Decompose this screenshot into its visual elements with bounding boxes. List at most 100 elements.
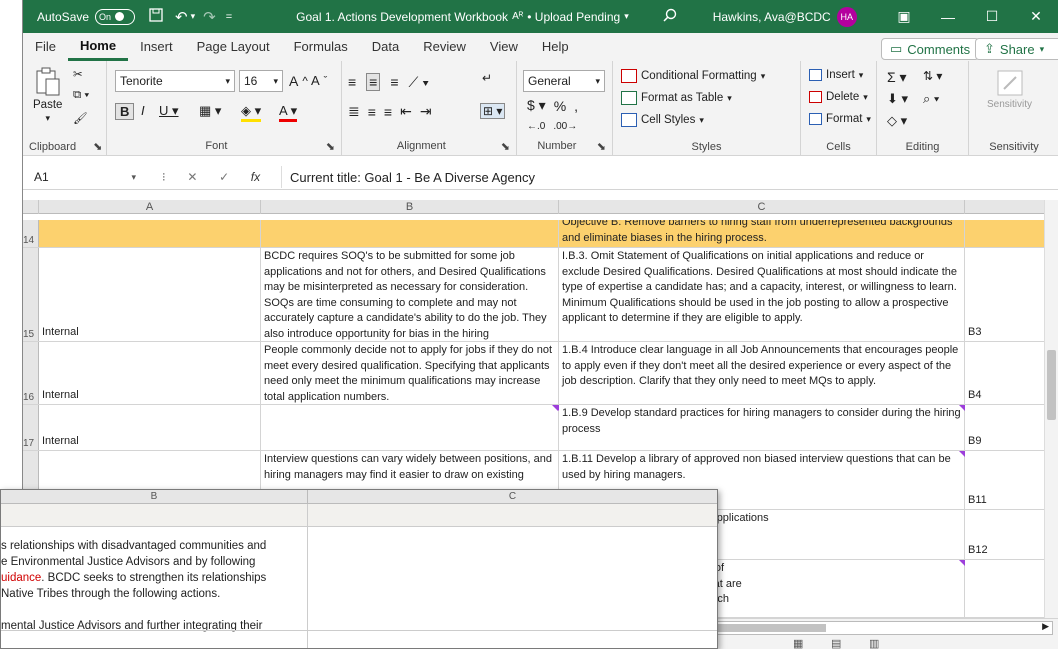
column-header-c[interactable]: C — [559, 200, 965, 214]
cell-c15[interactable]: I.B.3. Omit Statement of Qualifications … — [559, 248, 965, 341]
name-box[interactable]: A1 ▾ — [29, 166, 141, 188]
cell-a17[interactable]: Internal — [39, 405, 261, 450]
tab-formulas[interactable]: Formulas — [282, 33, 360, 61]
cell-d16[interactable]: B4 — [965, 342, 1045, 404]
format-painter-icon[interactable]: 🖌 — [73, 111, 88, 125]
decrease-decimal-icon[interactable]: .00→ — [553, 121, 577, 132]
clear-icon[interactable]: ◇ ▾ — [887, 113, 907, 129]
cell-d18[interactable]: B11 — [965, 451, 1045, 509]
upload-status[interactable]: • Upload Pending — [527, 10, 620, 24]
grow-font-icon[interactable]: A ^ — [289, 73, 308, 89]
row-header[interactable]: 16 — [23, 342, 39, 404]
comma-icon[interactable]: , — [574, 98, 578, 114]
formula-input[interactable]: Current title: Goal 1 - Be A Diverse Age… — [281, 166, 1058, 188]
overlapping-document-window[interactable]: B C s relationships with disadvantaged c… — [0, 489, 718, 649]
dialog-launcher-icon[interactable]: ⬊ — [597, 140, 606, 153]
share-button[interactable]: ⇪ Share ▾ — [975, 38, 1058, 60]
autosum-icon[interactable]: Σ ▾ — [887, 69, 907, 86]
row-header[interactable]: 17 — [23, 405, 39, 450]
cell-d20[interactable] — [965, 560, 1045, 617]
paste-button[interactable]: Paste ▾ — [33, 67, 62, 124]
cut-icon[interactable]: ✂ — [73, 67, 83, 81]
merge-center-icon[interactable]: ⊞ ▾ — [480, 103, 506, 119]
sort-filter-icon[interactable]: ⇅ ▾ — [923, 69, 942, 83]
sensitivity-button[interactable]: Sensitivity — [987, 69, 1032, 110]
save-icon[interactable] — [149, 8, 163, 25]
cell-a15[interactable]: Internal — [39, 248, 261, 341]
format-button[interactable]: Format ▾ — [809, 113, 871, 125]
chevron-down-icon[interactable]: ▾ — [191, 11, 196, 22]
align-left-icon[interactable]: ≣ — [348, 103, 360, 120]
dialog-launcher-icon[interactable]: ⬊ — [501, 140, 510, 153]
cell-c14[interactable]: Objective B: Remove barriers to hiring s… — [559, 220, 965, 247]
ribbon-display-icon[interactable]: ▣ — [882, 0, 926, 33]
horizontal-align-icons[interactable]: ≣ ≡ ≡ ⇤ ⇥ — [348, 103, 432, 120]
horizontal-scrollbar[interactable]: ▶ — [713, 621, 1053, 635]
customize-icon[interactable]: = — [226, 11, 232, 23]
normal-view-icon[interactable]: ▦ — [793, 637, 803, 649]
column-header-b[interactable]: B — [261, 200, 559, 214]
cancel-icon[interactable]: ✕ — [187, 170, 197, 184]
scroll-thumb[interactable] — [1047, 350, 1056, 420]
column-header-a[interactable]: A — [39, 200, 261, 214]
cell-d14[interactable] — [965, 220, 1045, 247]
tab-insert[interactable]: Insert — [128, 33, 185, 61]
format-as-table-button[interactable]: Format as Table ▾ — [621, 91, 732, 105]
dialog-launcher-icon[interactable]: ⬊ — [326, 140, 335, 153]
select-all-corner[interactable] — [23, 200, 39, 214]
row-header[interactable]: 14 — [23, 220, 39, 247]
insert-button[interactable]: Insert ▾ — [809, 69, 863, 81]
cell-a14[interactable] — [39, 220, 261, 247]
percent-icon[interactable]: % — [554, 98, 566, 114]
comment-flag[interactable] — [553, 405, 559, 411]
tab-view[interactable]: View — [478, 33, 530, 61]
comment-flag[interactable] — [959, 451, 965, 457]
increase-decimal-icon[interactable]: ←.0 — [527, 121, 545, 132]
delete-button[interactable]: Delete ▾ — [809, 91, 868, 103]
dialog-launcher-icon[interactable]: ⬊ — [93, 141, 102, 153]
orientation-icon[interactable]: ⟋ ▾ — [409, 74, 430, 91]
row-header[interactable]: 15 — [23, 248, 39, 341]
page-break-icon[interactable]: ▥ — [869, 637, 879, 649]
guidance-link[interactable]: uidance — [1, 572, 41, 584]
comment-flag[interactable] — [959, 560, 965, 566]
cell-d17[interactable]: B9 — [965, 405, 1045, 450]
shrink-font-icon[interactable]: Aˇ — [311, 73, 327, 88]
chevron-down-icon[interactable]: ▾ — [624, 11, 629, 22]
font-size-select[interactable]: 16 ▾ — [239, 70, 283, 92]
redo-icon[interactable]: ↷ — [203, 8, 216, 26]
user-name[interactable]: Hawkins, Ava@BCDC — [713, 10, 831, 24]
font-color-icon[interactable]: A ▾ — [279, 103, 298, 122]
vertical-align-icons[interactable]: ≡ ≡ ≡ ⟋ ▾ — [348, 73, 429, 91]
cell-b15[interactable]: BCDC requires SOQ's to be submitted for … — [261, 248, 559, 341]
copy-icon[interactable]: ⧉ ▾ — [73, 89, 89, 102]
borders-icon[interactable]: ▦ ▾ — [199, 103, 221, 119]
tab-page-layout[interactable]: Page Layout — [185, 33, 282, 61]
tab-data[interactable]: Data — [360, 33, 411, 61]
autosave-toggle[interactable]: On — [95, 8, 136, 25]
search-icon[interactable] — [663, 8, 677, 25]
cell-d19[interactable]: B12 — [965, 510, 1045, 559]
enter-icon[interactable]: ✓ — [219, 170, 229, 184]
cell-styles-button[interactable]: Cell Styles ▾ — [621, 113, 704, 127]
find-select-icon[interactable]: ⌕ ▾ — [923, 91, 939, 107]
tab-home[interactable]: Home — [67, 33, 129, 61]
cell-d15[interactable]: B3 — [965, 248, 1045, 341]
maximize-icon[interactable]: ☐ — [970, 0, 1014, 33]
currency-icon[interactable]: $ ▾ — [527, 97, 546, 114]
italic-icon[interactable]: I — [141, 103, 145, 118]
cell-b14[interactable] — [261, 220, 559, 247]
comments-button[interactable]: ▭ Comments — [881, 38, 980, 60]
number-format-select[interactable]: General ▾ — [523, 70, 605, 92]
scroll-right-icon[interactable]: ▶ — [1042, 621, 1049, 632]
undo-icon[interactable]: ↶ — [175, 8, 188, 26]
wrap-text-icon[interactable]: ↵ — [482, 71, 492, 85]
cell-b16[interactable]: People commonly decide not to apply for … — [261, 342, 559, 404]
underline-icon[interactable]: U ▾ — [159, 103, 179, 119]
decimal-icons[interactable]: ←.0 .00→ — [527, 121, 577, 132]
page-layout-icon[interactable]: ▤ — [831, 637, 841, 649]
cell-c16[interactable]: 1.B.4 Introduce clear language in all Jo… — [559, 342, 965, 404]
align-right-icon[interactable]: ≡ — [384, 104, 392, 120]
cell-b17[interactable] — [261, 405, 559, 450]
insert-function-icon[interactable]: fx — [251, 170, 260, 184]
